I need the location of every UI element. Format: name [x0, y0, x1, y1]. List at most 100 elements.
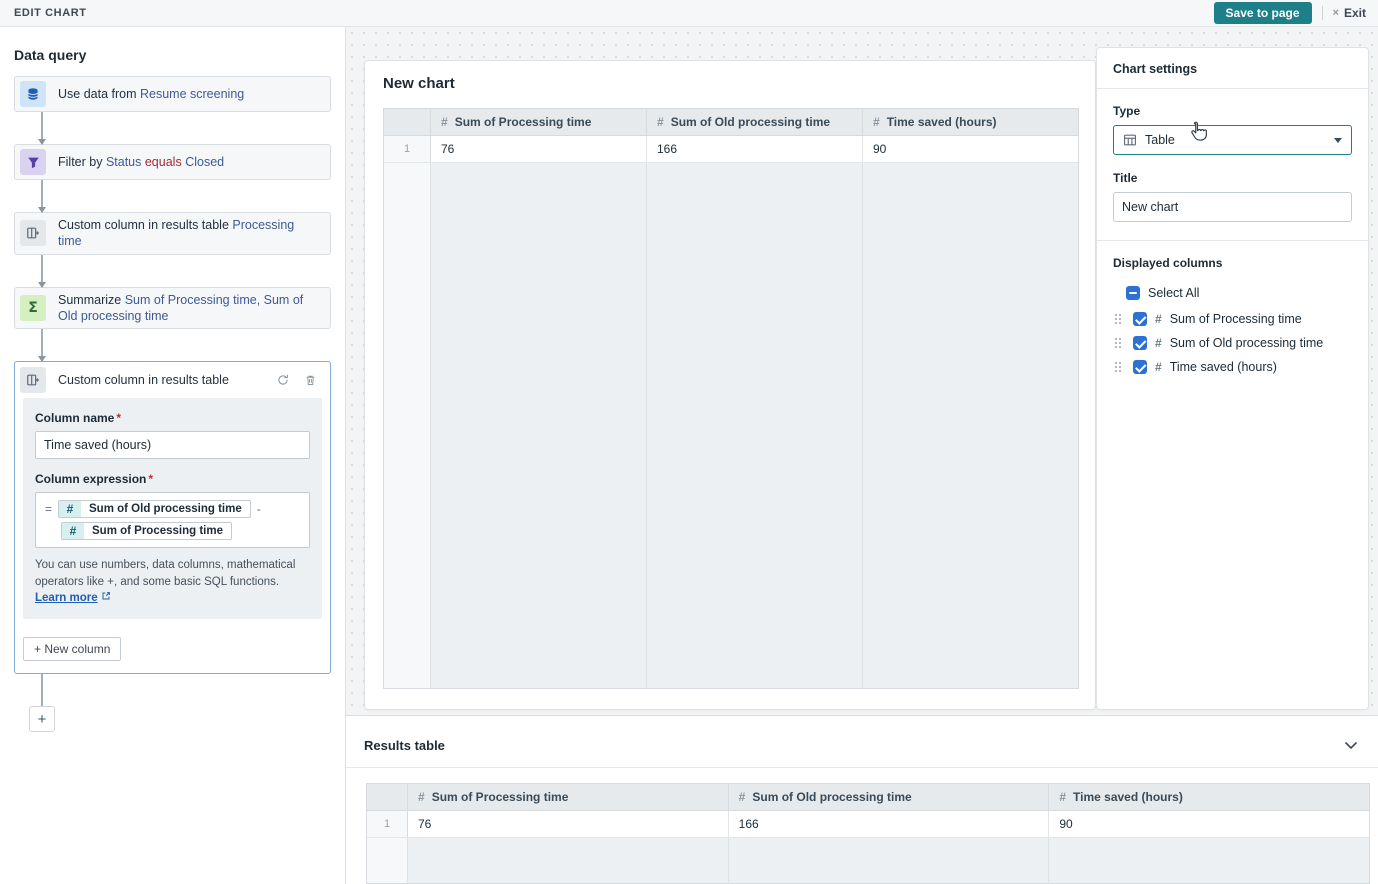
refresh-icon[interactable]	[277, 374, 289, 386]
step-custom-column-2-title: Custom column in results table	[58, 373, 265, 387]
step-custom-column-1[interactable]: Custom column in results table Processin…	[14, 212, 331, 255]
chart-preview-table: # Sum of Processing time # Sum of Old pr…	[383, 108, 1079, 689]
chart-type-select[interactable]: Table	[1113, 125, 1352, 155]
column-checkbox[interactable]	[1133, 360, 1147, 374]
number-type-icon: #	[1155, 312, 1162, 326]
displayed-column-row[interactable]: # Sum of Old processing time	[1113, 331, 1352, 355]
column-expression-editor[interactable]: = # Sum of Old processing time - # Sum o…	[35, 492, 310, 548]
column-name-input[interactable]	[35, 431, 310, 459]
new-column-button[interactable]: + New column	[23, 637, 121, 661]
step-use-data-label: Use data from Resume screening	[58, 86, 244, 102]
displayed-columns-label: Displayed columns	[1113, 256, 1352, 270]
custom-column-icon	[20, 220, 46, 246]
drag-handle-icon[interactable]	[1115, 338, 1117, 340]
sigma-icon: Σ	[20, 295, 46, 321]
results-section: Results table # Sum of Processing time #…	[346, 715, 1378, 884]
row-number: 1	[384, 136, 431, 162]
column-checkbox[interactable]	[1133, 336, 1147, 350]
select-all-row[interactable]: Select All	[1113, 281, 1352, 305]
select-all-label: Select All	[1148, 286, 1199, 300]
number-type-icon: #	[739, 790, 746, 804]
table-empty-area	[384, 163, 1078, 688]
learn-more-link[interactable]: Learn more	[35, 592, 98, 604]
chart-settings-panel: Chart settings Type Table Title Displaye…	[1096, 47, 1369, 710]
column-header[interactable]: # Time saved (hours)	[863, 109, 1078, 135]
step-filter[interactable]: Filter by Status equals Closed	[14, 144, 331, 180]
number-type-icon: #	[59, 501, 81, 517]
step-filter-label: Filter by Status equals Closed	[58, 154, 224, 170]
number-type-icon: #	[1059, 790, 1066, 804]
step-custom-column-1-label: Custom column in results table Processin…	[58, 217, 320, 250]
divider	[346, 767, 1378, 768]
chart-preview-panel: New chart # Sum of Processing time # Sum…	[364, 60, 1096, 710]
number-type-icon: #	[62, 523, 84, 539]
step-custom-column-2-card: Custom column in results table Column na…	[14, 361, 331, 674]
chart-title-input[interactable]	[1113, 192, 1352, 222]
table-header-row: # Sum of Processing time # Sum of Old pr…	[384, 109, 1078, 136]
page-title: EDIT CHART	[14, 7, 87, 19]
flow-arrow	[41, 112, 43, 144]
external-link-icon	[101, 591, 111, 601]
data-query-sidebar: Data query Use data from Resume screenin…	[0, 27, 346, 884]
minus-operator: -	[257, 502, 261, 516]
table-icon	[1123, 133, 1137, 147]
displayed-column-row[interactable]: # Time saved (hours)	[1113, 355, 1352, 379]
add-step-button[interactable]: +	[29, 706, 55, 732]
number-type-icon: #	[418, 790, 425, 804]
table-row: 1 76 166 90	[384, 136, 1078, 163]
column-checkbox[interactable]	[1133, 312, 1147, 326]
type-label: Type	[1113, 104, 1352, 118]
chevron-down-icon[interactable]	[1344, 741, 1358, 750]
table-cell: 76	[408, 811, 729, 837]
number-type-icon: #	[873, 115, 880, 129]
trash-icon[interactable]	[305, 374, 316, 386]
displayed-column-row[interactable]: # Sum of Processing time	[1113, 307, 1352, 331]
custom-column-icon	[20, 367, 46, 393]
column-header[interactable]: # Sum of Processing time	[431, 109, 647, 135]
column-header[interactable]: # Sum of Old processing time	[729, 784, 1050, 810]
column-name-label: Column name*	[35, 411, 310, 425]
chart-settings-heading: Chart settings	[1097, 48, 1368, 89]
chart-type-value: Table	[1145, 133, 1175, 147]
exit-label: Exit	[1344, 6, 1366, 20]
table-cell: 90	[863, 136, 1078, 162]
table-cell: 76	[431, 136, 647, 162]
row-number: 1	[367, 811, 408, 837]
top-bar-actions: Save to page × Exit	[1214, 2, 1366, 24]
results-table: # Sum of Processing time # Sum of Old pr…	[366, 783, 1370, 884]
table-row: 1 76 166 90	[367, 811, 1369, 838]
table-cell: 90	[1049, 811, 1369, 837]
step-use-data[interactable]: Use data from Resume screening	[14, 76, 331, 112]
row-number-header	[367, 784, 408, 810]
drag-handle-icon[interactable]	[1115, 314, 1117, 316]
results-table-heading: Results table	[364, 738, 445, 753]
table-cell: 166	[729, 811, 1050, 837]
column-header[interactable]: # Time saved (hours)	[1049, 784, 1369, 810]
filter-icon	[20, 149, 46, 175]
column-header[interactable]: # Sum of Old processing time	[647, 109, 863, 135]
chart-title: New chart	[365, 61, 1095, 92]
table-empty-area	[367, 838, 1369, 883]
step-custom-column-2-header[interactable]: Custom column in results table	[15, 362, 330, 398]
equals-sign: =	[45, 502, 52, 516]
number-type-icon: #	[441, 115, 448, 129]
select-all-checkbox[interactable]	[1126, 286, 1140, 300]
column-expression-label: Column expression*	[35, 472, 310, 486]
close-icon: ×	[1333, 7, 1339, 19]
flow-arrow	[41, 180, 43, 212]
flow-arrow	[41, 255, 43, 287]
step-summarize-label: Summarize Sum of Processing time, Sum of…	[58, 292, 320, 325]
row-number-header	[384, 109, 431, 135]
chevron-down-icon	[1334, 138, 1342, 143]
exit-button[interactable]: × Exit	[1333, 6, 1366, 20]
database-icon	[20, 81, 46, 107]
column-header[interactable]: # Sum of Processing time	[408, 784, 729, 810]
drag-handle-icon[interactable]	[1115, 362, 1117, 364]
column-chip-processing-time[interactable]: # Sum of Processing time	[61, 522, 232, 540]
divider	[1097, 240, 1368, 241]
column-chip-old-processing-time[interactable]: # Sum of Old processing time	[58, 500, 251, 518]
save-to-page-button[interactable]: Save to page	[1214, 2, 1312, 24]
table-cell: 166	[647, 136, 863, 162]
title-label: Title	[1113, 171, 1352, 185]
step-summarize[interactable]: Σ Summarize Sum of Processing time, Sum …	[14, 287, 331, 330]
